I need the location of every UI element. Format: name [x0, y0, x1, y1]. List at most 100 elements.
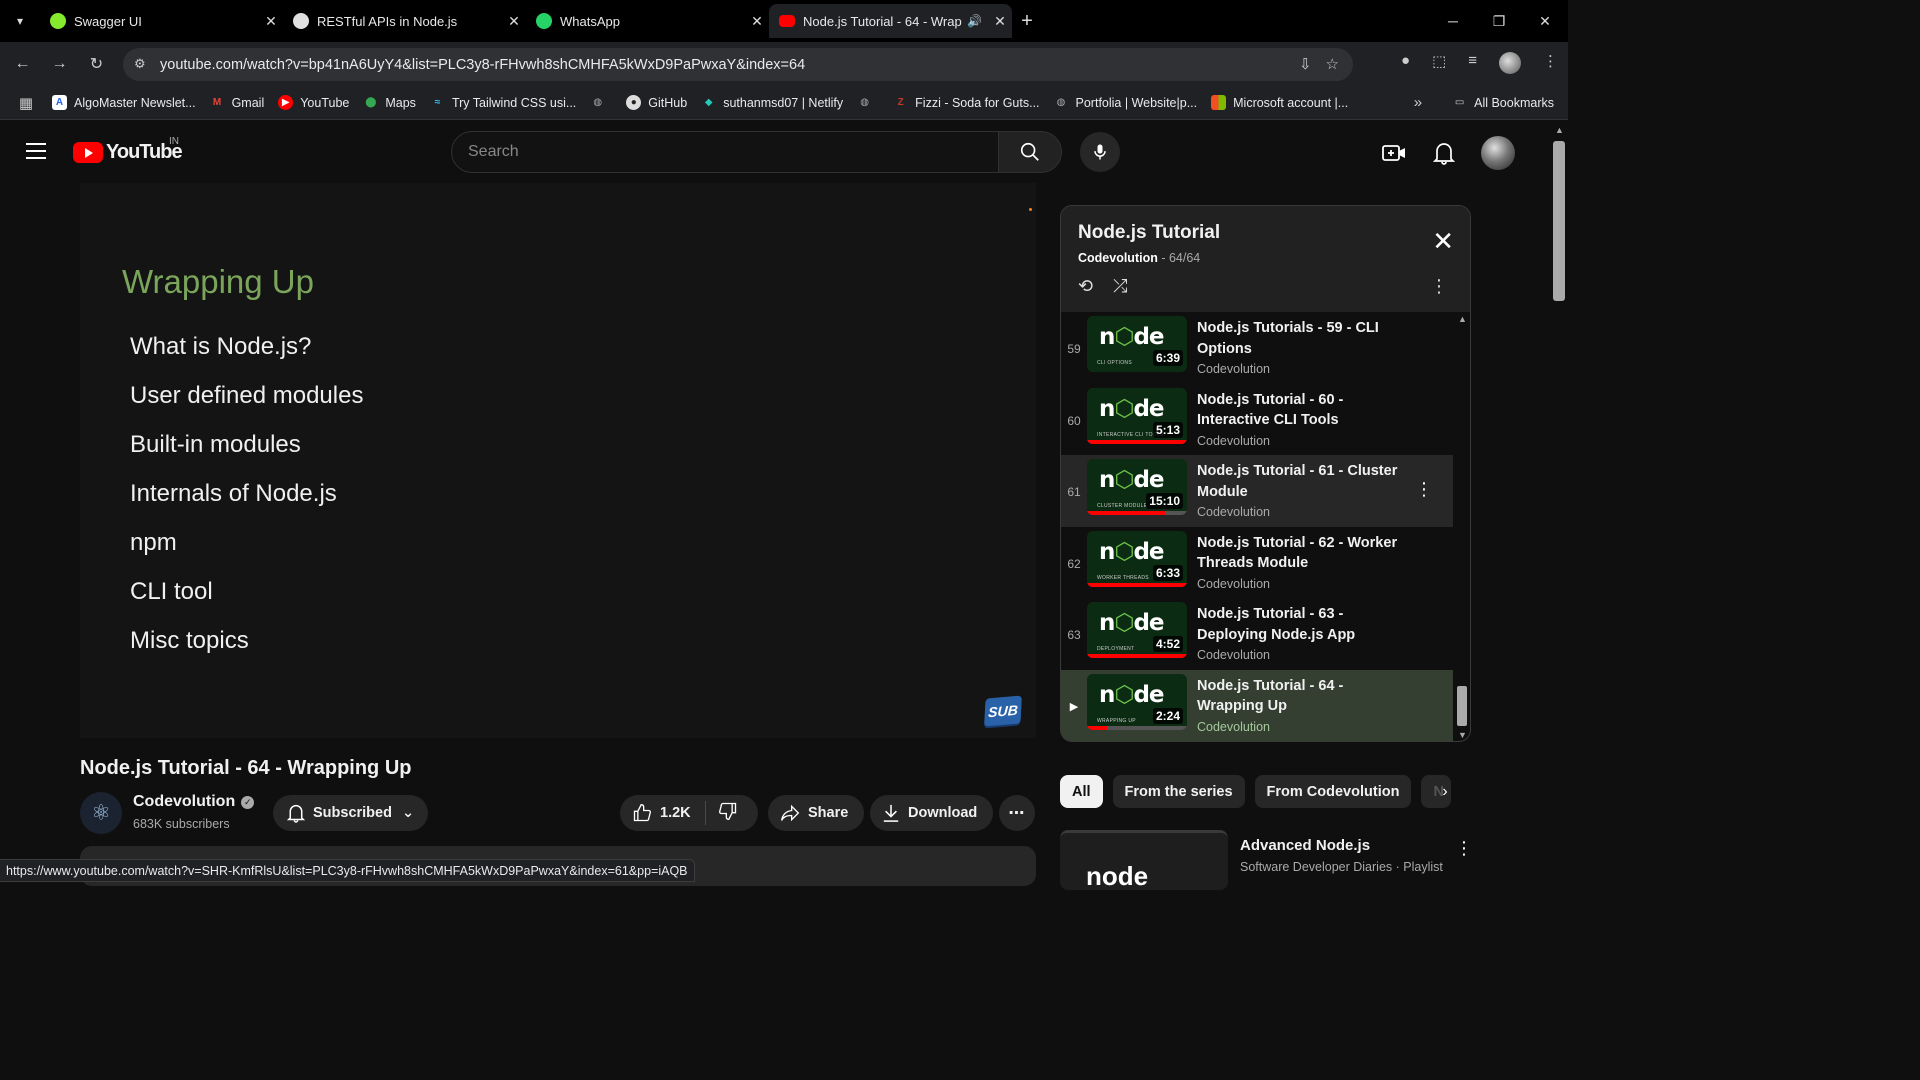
recommended-title[interactable]: Advanced Node.js [1240, 837, 1370, 854]
more-actions-button[interactable]: ⋯ [999, 795, 1035, 831]
playlist-item[interactable]: 62 n⬡de WORKER THREADS 6:33 Node.js Tutorial… [1061, 527, 1453, 599]
new-tab-plus-icon[interactable]: + [1012, 10, 1042, 33]
bookmark-item[interactable]: A AlgoMaster Newslet... [52, 95, 196, 110]
tab-close-icon[interactable]: ✕ [745, 13, 769, 30]
subscribe-watermark[interactable]: SUB [984, 695, 1022, 727]
channel-name[interactable]: Codevolution [133, 793, 235, 811]
close-window-icon[interactable]: ✕ [1522, 0, 1568, 42]
recommended-thumbnail[interactable]: node [1060, 830, 1228, 890]
playlist-item-menu-icon[interactable]: ⋮ [1415, 479, 1433, 500]
video-player[interactable]: Wrapping Up What is Node.js? User define… [80, 183, 1036, 738]
notifications-bell-icon[interactable] [1433, 141, 1455, 165]
voice-search-button[interactable] [1080, 132, 1120, 172]
playlist-scrollbar[interactable]: ▲ ▼ [1454, 312, 1470, 741]
download-button[interactable]: Download [870, 795, 994, 831]
search-button[interactable] [998, 131, 1062, 173]
playlist-item[interactable]: 59 n⬡de CLI OPTIONS 6:39 Node.js Tutorials -… [1061, 312, 1453, 384]
media-control-icon[interactable]: ≡ [1468, 52, 1477, 74]
playlist-item-title[interactable]: Node.js Tutorials - 59 - CLI Options [1197, 318, 1407, 359]
apps-grid-icon[interactable]: ▦ [0, 94, 52, 112]
tab-close-icon[interactable]: ✕ [259, 13, 283, 30]
playlist-item-thumbnail[interactable]: n⬡de DEPLOYMENT 4:52 [1087, 602, 1187, 658]
page-scrollbar-thumb[interactable] [1553, 141, 1565, 301]
playlist-item-title[interactable]: Node.js Tutorial - 61 - Cluster Module [1197, 461, 1407, 502]
dislike-button[interactable] [706, 801, 738, 825]
tab-close-icon[interactable]: ✕ [502, 13, 526, 30]
bookmark-item[interactable]: ▶ YouTube [278, 95, 349, 110]
minimize-icon[interactable]: ─ [1430, 0, 1476, 42]
reload-icon[interactable]: ↻ [78, 54, 115, 74]
share-button[interactable]: Share [768, 795, 865, 831]
browser-tab[interactable]: RESTful APIs in Node.js ✕ [283, 4, 526, 38]
extension-icon[interactable]: ● [1401, 52, 1410, 74]
audio-playing-icon[interactable]: 🔊 [967, 14, 982, 28]
profile-avatar[interactable] [1499, 52, 1521, 74]
playlist-channel[interactable]: Codevolution [1078, 251, 1158, 265]
scrollbar-thumb[interactable] [1457, 686, 1467, 726]
bookmark-item[interactable]: ● GitHub [626, 95, 687, 110]
playlist-title[interactable]: Node.js Tutorial [1078, 222, 1220, 244]
search-input[interactable] [468, 143, 998, 161]
bookmark-star-icon[interactable]: ☆ [1326, 55, 1339, 73]
playlist-item[interactable]: ▶ n⬡de WRAPPING UP 2:24 Node.js Tutorial - 6… [1061, 669, 1453, 741]
playlist-item-title[interactable]: Node.js Tutorial - 60 - Interactive CLI … [1197, 390, 1407, 431]
scroll-down-arrow-icon[interactable]: ▼ [1458, 730, 1467, 740]
playlist-item-thumbnail[interactable]: n⬡de WORKER THREADS 6:33 [1087, 530, 1187, 587]
bookmark-item[interactable]: Microsoft account |... [1211, 95, 1348, 110]
recommended-menu-icon[interactable]: ⋮ [1455, 838, 1473, 859]
chips-next-chevron-icon[interactable]: › [1432, 779, 1458, 805]
back-arrow-icon[interactable]: ← [4, 55, 41, 73]
restore-icon[interactable]: ❐ [1476, 0, 1522, 42]
bookmark-item[interactable]: ◍ Portfolia | Website|p... [1054, 95, 1197, 110]
search-box[interactable] [451, 131, 999, 173]
chip-from-channel[interactable]: From Codevolution [1254, 775, 1412, 808]
playlist-menu-icon[interactable]: ⋮ [1430, 276, 1448, 297]
page-scrollbar[interactable]: ▲ [1550, 121, 1568, 882]
playlist-item-title[interactable]: Node.js Tutorial - 63 - Deploying Node.j… [1197, 604, 1407, 645]
playlist-item[interactable]: 63 n⬡de DEPLOYMENT 4:52 Node.js Tutorial - 6… [1061, 598, 1453, 670]
playlist-item-thumbnail[interactable]: n⬡de WRAPPING UP 2:24 [1087, 673, 1187, 730]
bookmark-item[interactable]: ◆ suthanmsd07 | Netlify [701, 95, 843, 110]
subscribed-button[interactable]: Subscribed ⌄ [273, 795, 429, 831]
chip-all[interactable]: All [1060, 775, 1103, 808]
youtube-logo[interactable]: YouTube IN [73, 136, 183, 164]
like-button[interactable]: 1.2K [620, 801, 706, 825]
playlist-item[interactable]: 61 n⬡de CLUSTER MODULE 15:10 Node.js Tutoria… [1061, 455, 1453, 527]
bookmark-item[interactable]: ◍ [590, 95, 612, 110]
bookmark-item[interactable]: ≈ Try Tailwind CSS usi... [430, 95, 577, 110]
browser-tab[interactable]: Swagger UI ✕ [40, 4, 283, 38]
channel-avatar[interactable]: ⚛ [80, 792, 122, 834]
scroll-up-arrow-icon[interactable]: ▲ [1458, 314, 1467, 324]
playlist-item-thumbnail[interactable]: n⬡de CLI OPTIONS 6:39 [1087, 316, 1187, 372]
bookmark-item[interactable]: ⬤ Maps [363, 95, 416, 110]
playlist-item-title[interactable]: Node.js Tutorial - 62 - Worker Threads M… [1197, 533, 1407, 574]
playlist-item-title[interactable]: Node.js Tutorial - 64 - Wrapping Up [1197, 676, 1407, 717]
loop-playlist-icon[interactable]: ⟲ [1078, 276, 1093, 297]
tab-search-chevron-icon[interactable]: ▾ [0, 0, 40, 42]
browser-menu-icon[interactable]: ⋮ [1543, 52, 1558, 74]
playlist-item-thumbnail[interactable]: n⬡de CLUSTER MODULE 15:10 [1087, 459, 1187, 515]
tab-close-icon[interactable]: ✕ [988, 13, 1012, 30]
playlist-item-thumbnail[interactable]: n⬡de INTERACTIVE CLI TOOLS 5:13 [1087, 387, 1187, 444]
address-bar[interactable]: ⚙ youtube.com/watch?v=bp41nA6UyY4&list=P… [123, 48, 1353, 81]
browser-tab[interactable]: WhatsApp ✕ [526, 4, 769, 38]
create-video-icon[interactable] [1381, 142, 1407, 164]
extensions-puzzle-icon[interactable]: ⬚ [1432, 52, 1446, 74]
bookmark-item[interactable]: Z Fizzi - Soda for Guts... [893, 95, 1040, 110]
close-playlist-icon[interactable]: ✕ [1432, 228, 1454, 254]
shuffle-icon[interactable]: ⤮ [1113, 276, 1127, 297]
site-info-icon[interactable]: ⚙ [134, 56, 150, 72]
chip-from-series[interactable]: From the series [1112, 775, 1245, 808]
bookmark-item[interactable]: M Gmail [210, 95, 264, 110]
install-app-icon[interactable]: ⇩ [1299, 55, 1312, 73]
playlist-item[interactable]: 60 n⬡de INTERACTIVE CLI TOOLS 5:13 Node.js T… [1061, 384, 1453, 456]
bookmark-item[interactable]: ◍ [857, 95, 879, 110]
account-avatar[interactable] [1481, 136, 1515, 170]
all-bookmarks-folder[interactable]: ▭ All Bookmarks [1452, 95, 1554, 110]
browser-tab-active[interactable]: Node.js Tutorial - 64 - Wrap 🔊 ✕ [769, 4, 1012, 38]
more-bookmarks-chevron-icon[interactable]: » [1414, 94, 1422, 111]
channel-name-row[interactable]: Codevolution ✓ [133, 793, 255, 811]
scroll-up-arrow-icon[interactable]: ▲ [1555, 125, 1564, 135]
forward-arrow-icon[interactable]: → [41, 55, 78, 73]
guide-menu-icon[interactable] [26, 143, 46, 159]
